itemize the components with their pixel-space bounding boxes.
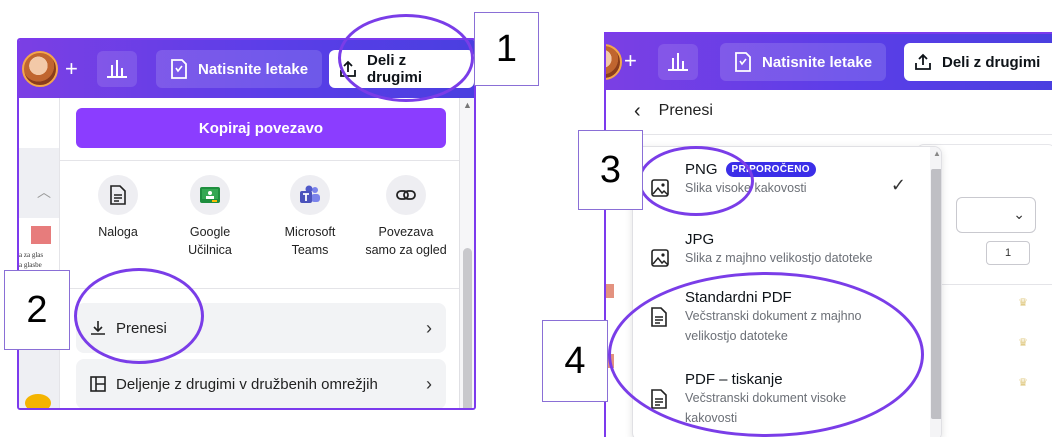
share-button-label: Deli z drugimi — [367, 52, 422, 86]
canvas-decoration — [25, 394, 51, 408]
share-upload-icon — [339, 60, 357, 78]
download-panel-header: ‹ Prenesi — [606, 88, 1052, 134]
size-input[interactable]: 1 — [986, 241, 1030, 265]
share-button[interactable]: Deli z drugimi — [329, 50, 474, 88]
print-product-icon — [170, 59, 188, 79]
share-option-label: Google — [189, 225, 231, 239]
divider — [606, 134, 1052, 135]
format-name: PDF – tiskanje — [685, 371, 783, 388]
add-collaborator-icon[interactable]: + — [624, 48, 637, 74]
format-description: Večstranski dokument z majhno velikostjo… — [685, 309, 862, 343]
back-chevron-icon[interactable]: ‹ — [634, 100, 641, 123]
divider — [936, 284, 1052, 285]
copy-link-button[interactable]: Kopiraj povezavo — [76, 108, 446, 148]
format-option-pdf-print[interactable]: PDF – tiskanje Večstranski dokument viso… — [633, 371, 928, 428]
format-option-jpg[interactable]: JPG Slika z majhno velikostjo datoteke — [633, 231, 928, 272]
recommended-badge: PRIPOROČENO — [725, 162, 816, 177]
chevron-right-icon: › — [426, 317, 432, 338]
share-option-label: Naloga — [98, 225, 138, 239]
callout-number-1: 1 — [474, 12, 539, 86]
print-flyers-label: Natisnite letake — [762, 53, 873, 71]
left-screenshot-panel: + Natisnite letake Deli z drugimi ︿ a za… — [17, 38, 476, 410]
format-name: Standardni PDF — [685, 289, 792, 306]
link-icon — [386, 175, 426, 215]
google-classroom-icon — [190, 175, 230, 215]
canvas-stub — [606, 284, 614, 298]
print-flyers-button[interactable]: Natisnite letake — [156, 50, 323, 88]
canvas-text-2: a glasbe — [19, 261, 42, 269]
share-button-label: Deli z drugimi — [942, 53, 1041, 71]
format-name: PNG — [685, 161, 718, 178]
share-option-view-only-link[interactable]: Povezava samo za ogled — [358, 175, 454, 259]
user-avatar[interactable] — [22, 51, 58, 87]
format-list-scrollbar[interactable]: ▲ — [930, 147, 941, 437]
image-icon — [651, 161, 671, 202]
collapse-up-icon[interactable]: ︿ — [37, 182, 51, 202]
social-share-label: Deljenje z drugimi v družbenih omrežjih — [116, 375, 378, 393]
format-option-standard-pdf[interactable]: Standardni PDF Večstranski dokument z ma… — [633, 289, 928, 346]
canvas-text-1: a za glas — [19, 251, 44, 259]
document-icon — [651, 371, 671, 428]
print-flyers-label: Natisnite letake — [198, 60, 309, 78]
download-menu-item[interactable]: Prenesi › — [76, 303, 446, 353]
editor-topbar: + Natisnite letake Deli z drugimi — [19, 40, 474, 98]
insights-chart-icon[interactable] — [97, 51, 137, 87]
share-option-microsoft-teams[interactable]: Microsoft Teams — [262, 175, 358, 259]
share-option-sublabel: samo za ogled — [365, 243, 447, 257]
add-collaborator-icon[interactable]: + — [65, 56, 78, 82]
share-option-sublabel: Učilnica — [188, 243, 232, 257]
format-description: Slika visoke kakovosti — [685, 181, 807, 195]
format-description: Slika z majhno velikostjo datoteke — [685, 251, 873, 265]
share-button[interactable]: Deli z drugimi — [904, 43, 1052, 81]
insights-chart-icon[interactable] — [658, 44, 698, 80]
share-option-google-classroom[interactable]: Google Učilnica — [162, 175, 258, 259]
scrollbar-thumb[interactable] — [463, 248, 472, 408]
social-share-menu-item[interactable]: Deljenje z drugimi v družbenih omrežjih … — [76, 359, 446, 408]
checkmark-icon: ✓ — [890, 175, 906, 195]
divider — [60, 288, 461, 289]
crown-icon: ♛ — [1018, 377, 1028, 389]
crown-icon: ♛ — [1018, 297, 1028, 309]
editor-canvas-strip: ︿ a za glas a glasbe — [19, 98, 59, 408]
format-name: JPG — [685, 231, 715, 248]
document-icon — [651, 289, 671, 346]
crown-icon: ♛ — [1018, 337, 1028, 349]
document-icon — [98, 175, 138, 215]
share-option-label: Povezava — [378, 225, 434, 239]
image-icon — [651, 231, 671, 272]
print-flyers-button[interactable]: Natisnite letake — [720, 43, 887, 81]
chevron-down-icon: ⌄ — [1013, 206, 1025, 222]
dropdown-scrollbar[interactable]: ▲ — [459, 98, 474, 408]
format-description: Večstranski dokument visoke kakovosti — [685, 391, 847, 425]
download-panel-title: Prenesi — [658, 102, 713, 119]
scrollbar-thumb[interactable] — [931, 169, 941, 419]
share-option-sublabel: Teams — [291, 243, 329, 257]
format-option-png[interactable]: PNG PRIPOROČENO Slika visoke kakovosti ✓ — [633, 161, 928, 202]
download-label: Prenesi — [116, 319, 167, 337]
chevron-right-icon: › — [426, 373, 432, 394]
divider — [60, 160, 461, 161]
download-icon — [90, 320, 106, 336]
file-format-list: PNG PRIPOROČENO Slika visoke kakovosti ✓ … — [632, 146, 942, 437]
callout-number-4: 4 — [542, 320, 608, 402]
microsoft-teams-icon — [290, 175, 330, 215]
right-screenshot-panel: + Natisnite letake Deli z drugimi ‹ Pren… — [604, 32, 1052, 437]
share-option-label: Microsoft — [284, 225, 336, 239]
callout-number-3: 3 — [578, 130, 643, 210]
social-share-icon — [90, 376, 106, 392]
print-product-icon — [734, 52, 752, 72]
user-avatar[interactable] — [606, 44, 622, 80]
file-type-select[interactable]: ⌄ — [956, 197, 1036, 233]
share-option-assignment[interactable]: Naloga — [70, 175, 166, 241]
share-dropdown: Kopiraj povezavo Naloga Google Učilnica … — [59, 98, 461, 408]
callout-number-2: 2 — [4, 270, 70, 350]
share-upload-icon — [914, 53, 932, 71]
editor-topbar: + Natisnite letake Deli z drugimi — [606, 34, 1052, 90]
